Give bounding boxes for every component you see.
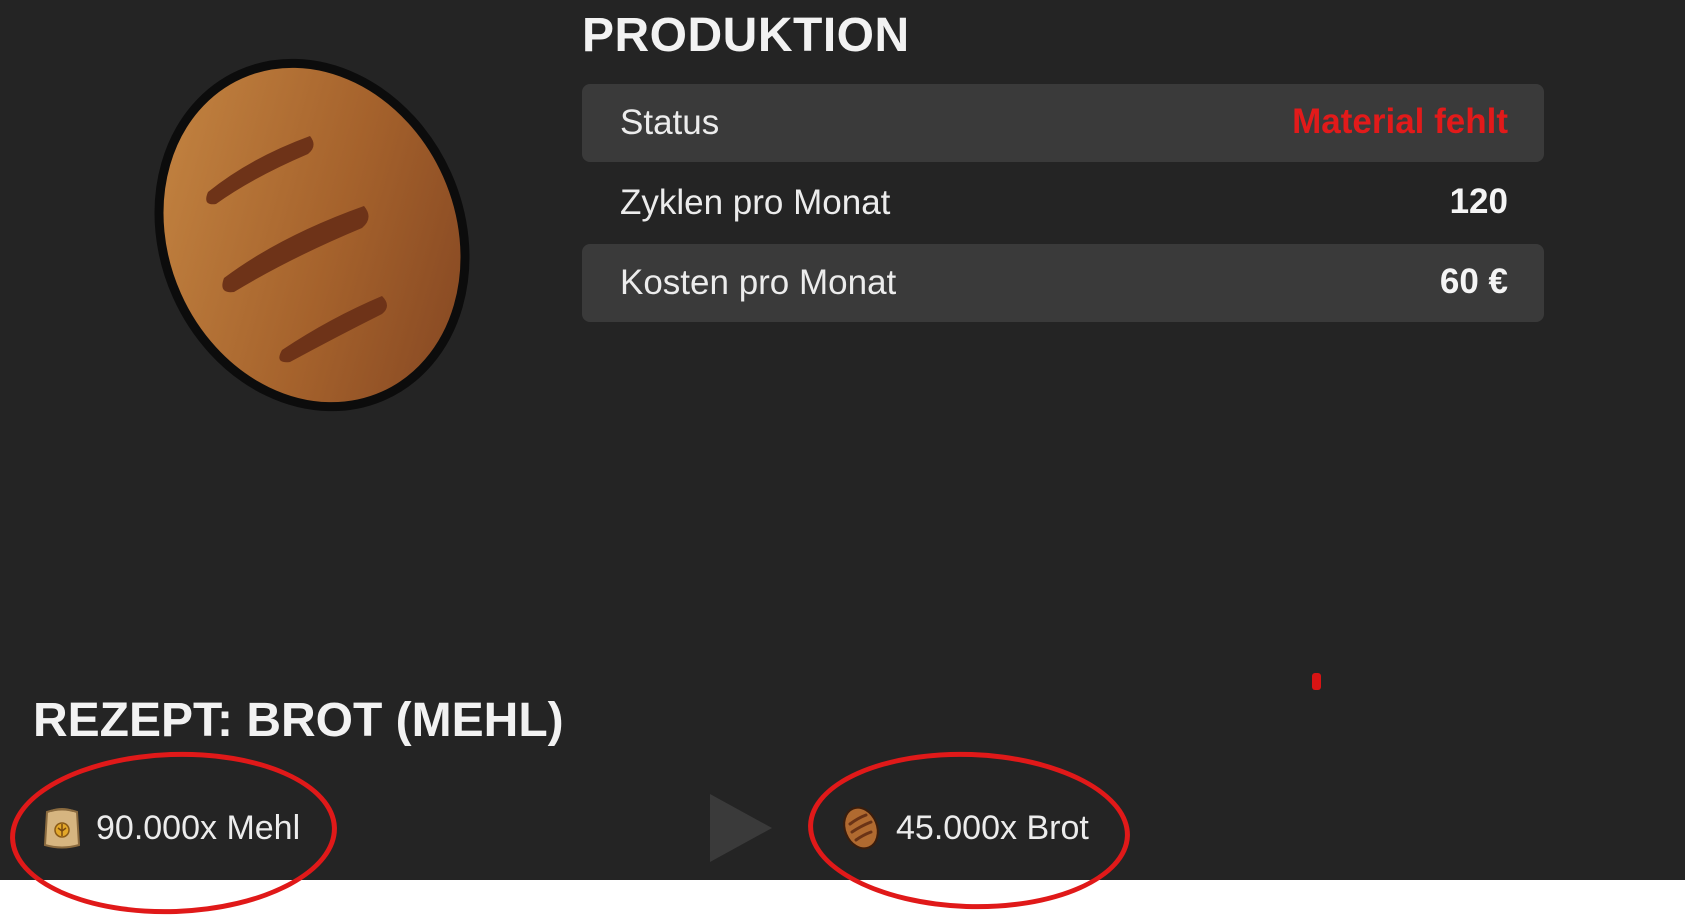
red-mark [1312, 673, 1321, 690]
stat-label: Kosten pro Monat [620, 263, 897, 302]
play-arrow-icon [710, 794, 772, 862]
production-title: PRODUKTION [582, 9, 910, 62]
stat-row-costs: Kosten pro Monat 60 € [582, 244, 1544, 322]
recipe-title: REZEPT: BROT (MEHL) [33, 694, 564, 747]
stat-row-cycles: Zyklen pro Monat 120 [582, 164, 1544, 242]
stat-row-status: Status Material fehlt [582, 84, 1544, 162]
bread-loaf-icon [154, 58, 470, 412]
stat-label: Status [620, 103, 720, 142]
production-panel: PRODUKTION Status Material fehlt Zyklen … [0, 0, 1685, 880]
stat-label: Zyklen pro Monat [620, 183, 891, 222]
cycles-value: 120 [1449, 182, 1508, 221]
production-stats: Status Material fehlt Zyklen pro Monat 1… [582, 84, 1544, 324]
status-value: Material fehlt [1292, 102, 1508, 141]
costs-value: 60 € [1439, 262, 1508, 301]
